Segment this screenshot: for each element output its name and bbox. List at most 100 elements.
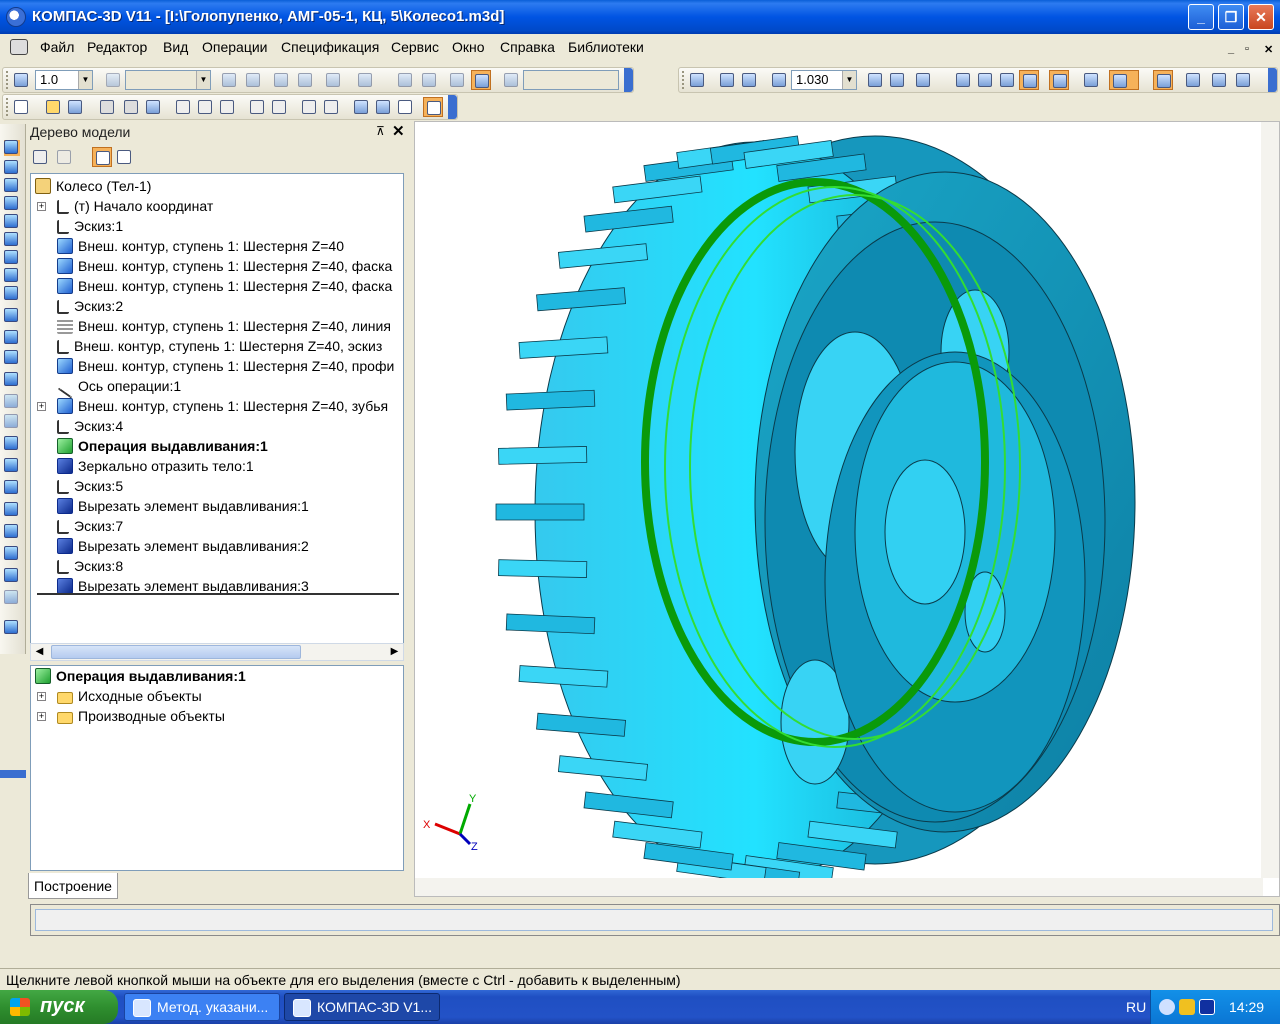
help-cursor-icon[interactable] <box>423 97 443 117</box>
paste-icon[interactable] <box>217 97 237 117</box>
mdi-close-button[interactable]: ✕ <box>1264 43 1273 56</box>
ortho-icon[interactable] <box>323 70 343 90</box>
tree-item[interactable]: Внеш. контур, ступень 1: Шестерня Z=40, … <box>57 336 382 356</box>
tree-structure-icon[interactable] <box>30 147 50 167</box>
tab-build[interactable]: Построение <box>28 873 118 899</box>
kompas-app-icon[interactable] <box>6 7 26 27</box>
new-document-icon[interactable] <box>11 97 31 117</box>
thin-hidden-icon[interactable] <box>997 70 1017 90</box>
zoom-scale-icon[interactable] <box>769 70 789 90</box>
copy-icon[interactable] <box>195 97 215 117</box>
scroll-thumb[interactable] <box>51 645 301 659</box>
selection-filters-icon[interactable] <box>4 286 20 302</box>
local-cs-icon[interactable] <box>219 70 239 90</box>
layer-icon[interactable] <box>103 70 123 90</box>
model-tree[interactable]: Колесо (Тел-1) + (т) Начало координат Эскиз… <box>30 173 404 647</box>
menu-editor[interactable]: Редактор <box>87 39 147 55</box>
surfaces-icon[interactable] <box>4 178 20 194</box>
selection-icon[interactable] <box>1153 70 1173 90</box>
chevron-down-icon[interactable]: ▼ <box>196 71 210 89</box>
round-icon[interactable] <box>447 70 467 90</box>
layer-combo[interactable]: ▼ <box>125 70 211 90</box>
mirror-tool-icon[interactable] <box>4 590 20 606</box>
relations-tree[interactable]: Операция выдавливания:1 + Исходные объекты… <box>30 665 404 871</box>
start-button[interactable]: пуск <box>0 990 118 1024</box>
tray-expand-icon[interactable] <box>1159 999 1175 1015</box>
tree-item[interactable]: Колесо (Тел-1) <box>35 176 151 196</box>
tree-item[interactable]: Эскиз:1 <box>57 216 123 236</box>
orientation-icon[interactable] <box>913 70 933 90</box>
open-icon[interactable] <box>43 97 63 117</box>
taskbar-item-kompas[interactable]: КОМПАС-3D V1... <box>284 993 440 1021</box>
coordinates-icon[interactable] <box>501 70 521 90</box>
variables-icon[interactable] <box>395 97 415 117</box>
taskbar-item-manual[interactable]: Метод. указани... <box>124 993 280 1021</box>
zoom-combo[interactable]: 1.030 ▼ <box>791 70 857 90</box>
end-of-tree-marker[interactable] <box>37 593 399 596</box>
expand-toggle-icon[interactable]: + <box>37 202 46 211</box>
tree-item[interactable]: Операция выдавливания:1 <box>57 436 268 456</box>
tree-item[interactable]: + Производные объекты <box>37 706 225 726</box>
close-button[interactable]: ✕ <box>1248 4 1274 30</box>
tree-item[interactable]: + (т) Начало координат <box>37 196 213 216</box>
tree-item[interactable]: Эскиз:2 <box>57 296 123 316</box>
tree-item[interactable]: Ось операции:1 <box>57 376 181 399</box>
property-bar-field[interactable] <box>35 909 1273 931</box>
zoom-out-icon[interactable] <box>739 70 759 90</box>
slope-icon[interactable] <box>4 546 20 562</box>
scroll-right-arrow[interactable]: ▶ <box>386 644 403 660</box>
measure-icon[interactable] <box>271 70 291 90</box>
tree-item[interactable]: Внеш. контур, ступень 1: Шестерня Z=40 <box>57 236 344 256</box>
cursor-position-icon[interactable] <box>11 70 31 90</box>
redo-icon[interactable] <box>321 97 341 117</box>
viewport-vertical-scrollbar[interactable] <box>1261 122 1279 878</box>
insert-icon[interactable] <box>4 620 20 636</box>
tree-show-icon[interactable] <box>92 147 112 167</box>
menu-libraries[interactable]: Библиотеки <box>568 39 644 55</box>
tree-item[interactable]: Операция выдавливания:1 <box>35 666 246 686</box>
tree-close-button[interactable]: ✕ <box>392 122 405 140</box>
sheet-body-icon[interactable] <box>4 250 20 266</box>
spatial-curves-icon[interactable] <box>4 160 20 176</box>
properties-icon[interactable] <box>143 97 163 117</box>
chevron-down-icon[interactable]: ▼ <box>78 71 92 89</box>
menu-service[interactable]: Сервис <box>391 39 439 55</box>
gear-model-view[interactable]: X Y Z <box>415 122 1261 878</box>
grid-icon[interactable] <box>355 70 375 90</box>
tree-item[interactable]: Внеш. контур, ступень 1: Шестерня Z=40, … <box>57 356 394 376</box>
manager-doc-icon[interactable] <box>351 97 371 117</box>
rotation-op-icon[interactable] <box>4 330 20 346</box>
diagnostics-icon[interactable] <box>4 232 20 248</box>
tree-horizontal-scrollbar[interactable]: ◀ ▶ <box>30 643 404 661</box>
list-icon[interactable] <box>269 97 289 117</box>
tree-item[interactable]: Внеш. контур, ступень 1: Шестерня Z=40, … <box>57 276 392 296</box>
scroll-left-arrow[interactable]: ◀ <box>31 644 48 660</box>
expand-toggle-icon[interactable]: + <box>37 402 46 411</box>
measure-vert-icon[interactable] <box>4 268 20 284</box>
menu-specification[interactable]: Спецификация <box>281 39 379 55</box>
loft-op-icon[interactable] <box>4 372 20 388</box>
expand-toggle-icon[interactable]: + <box>37 692 46 701</box>
orient-icon[interactable] <box>295 70 315 90</box>
tree-item[interactable]: Вырезать элемент выдавливания:1 <box>57 496 309 516</box>
mdi-restore-button[interactable]: ▫ <box>1245 43 1249 55</box>
editing-details-icon[interactable] <box>4 140 20 156</box>
zoom-in-icon[interactable] <box>717 70 737 90</box>
step-combo[interactable]: 1.0 ▼ <box>35 70 93 90</box>
tree-item[interactable]: Зеркально отразить тело:1 <box>57 456 254 476</box>
shaded-icon[interactable] <box>1019 70 1039 90</box>
shaded-edges-icon[interactable] <box>1049 70 1069 90</box>
hole-icon[interactable] <box>4 480 20 496</box>
filter-icon[interactable] <box>1109 70 1139 90</box>
language-indicator[interactable]: RU <box>1126 999 1146 1015</box>
cut-extrude-icon[interactable] <box>4 394 20 410</box>
tree-item[interactable]: Внеш. контур, ступень 1: Шестерня Z=40, … <box>57 256 392 276</box>
chamfer-tool-icon[interactable] <box>4 458 20 474</box>
section-icon[interactable] <box>4 568 20 584</box>
tree-item[interactable]: Внеш. контур, ступень 1: Шестерня Z=40, … <box>57 316 391 336</box>
auxiliary-geometry-icon[interactable] <box>4 214 20 230</box>
menu-window[interactable]: Окно <box>452 39 485 55</box>
menu-operations[interactable]: Операции <box>202 39 268 55</box>
tree-item[interactable]: Вырезать элемент выдавливания:2 <box>57 536 309 556</box>
media-icon[interactable] <box>1199 999 1215 1015</box>
